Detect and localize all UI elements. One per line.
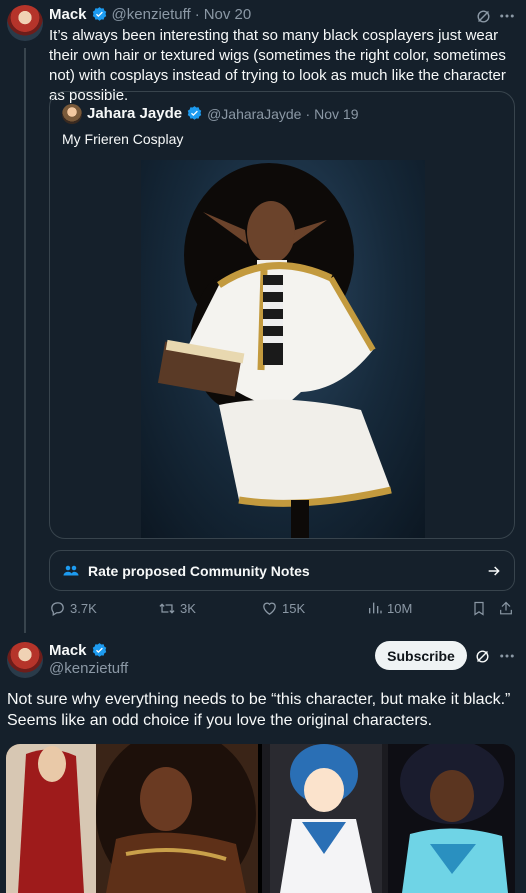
reply-text: Not sure why everything needs to be “thi… [7,691,511,729]
separator-dot: · [194,6,200,23]
subscribe-button[interactable]: Subscribe [375,641,467,670]
tweet-header: Mack @kenzietuff · Nov 20 [49,6,251,23]
views-button[interactable]: 10M [367,600,412,616]
verified-badge-icon [187,106,202,120]
cosplay-figure-illustration [157,163,392,538]
retweet-button[interactable]: 3K [158,600,196,617]
share-icon [500,601,512,615]
reply-media-grid [6,744,515,893]
separator-dot: · [305,105,311,122]
reply-button[interactable]: 3.7K [49,600,97,617]
cosplay-comparison-right-illustration [262,744,515,893]
verified-badge-icon [92,7,106,21]
cosplay-photo[interactable] [141,160,425,538]
views-icon [369,602,382,614]
heart-icon [263,602,276,615]
media-image-right[interactable] [262,744,515,893]
quote-author-handle: @JaharaJayde [207,105,302,122]
author-handle[interactable]: @kenzietuff [49,660,128,677]
share-button[interactable] [498,600,514,617]
more-options-icon[interactable] [496,646,518,666]
grok-icon[interactable] [472,646,492,666]
thread-connector-line [24,48,26,633]
community-notes-icon [63,565,79,575]
author-name[interactable]: Mack [49,6,87,23]
avatar[interactable] [7,5,43,41]
quote-avatar [62,104,82,124]
reply-icon [51,602,64,617]
cosplay-comparison-left-illustration [6,744,258,893]
quoted-tweet-card[interactable]: Jahara Jayde @JaharaJayde · Nov 19 My Fr… [49,91,515,539]
like-count: 15K [282,601,306,616]
quote-author-name: Jahara Jayde [87,105,183,122]
tweet-date[interactable]: Nov 20 [204,6,252,23]
community-notes-bar[interactable]: Rate proposed Community Notes [49,550,515,591]
view-count: 10M [387,600,413,616]
like-button[interactable]: 15K [261,600,305,617]
reply-header: Mack [49,642,108,659]
quote-header: Jahara Jayde @JaharaJayde · Nov 19 [87,105,359,122]
retweet-icon [159,603,175,614]
community-notes-label: Rate proposed Community Notes [88,562,310,579]
author-handle[interactable]: @kenzietuff [112,6,191,23]
media-image-left[interactable] [6,744,258,893]
tweet-actions: 3.7K 3K 15K 10M [49,600,515,622]
verified-badge-icon [92,643,106,657]
author-name[interactable]: Mack [49,642,87,659]
quote-text: My Frieren Cosplay [62,131,184,147]
quote-date: Nov 19 [314,105,359,122]
more-options-icon[interactable] [496,6,518,26]
bookmark-button[interactable] [471,600,487,617]
reply-handle-row: @kenzietuff [49,660,128,677]
retweet-count: 3K [180,601,196,616]
bookmark-icon [474,601,484,616]
arrow-right-icon [488,565,500,576]
avatar[interactable] [7,642,43,678]
reply-count: 3.7K [70,601,97,616]
grok-icon[interactable] [473,6,493,26]
